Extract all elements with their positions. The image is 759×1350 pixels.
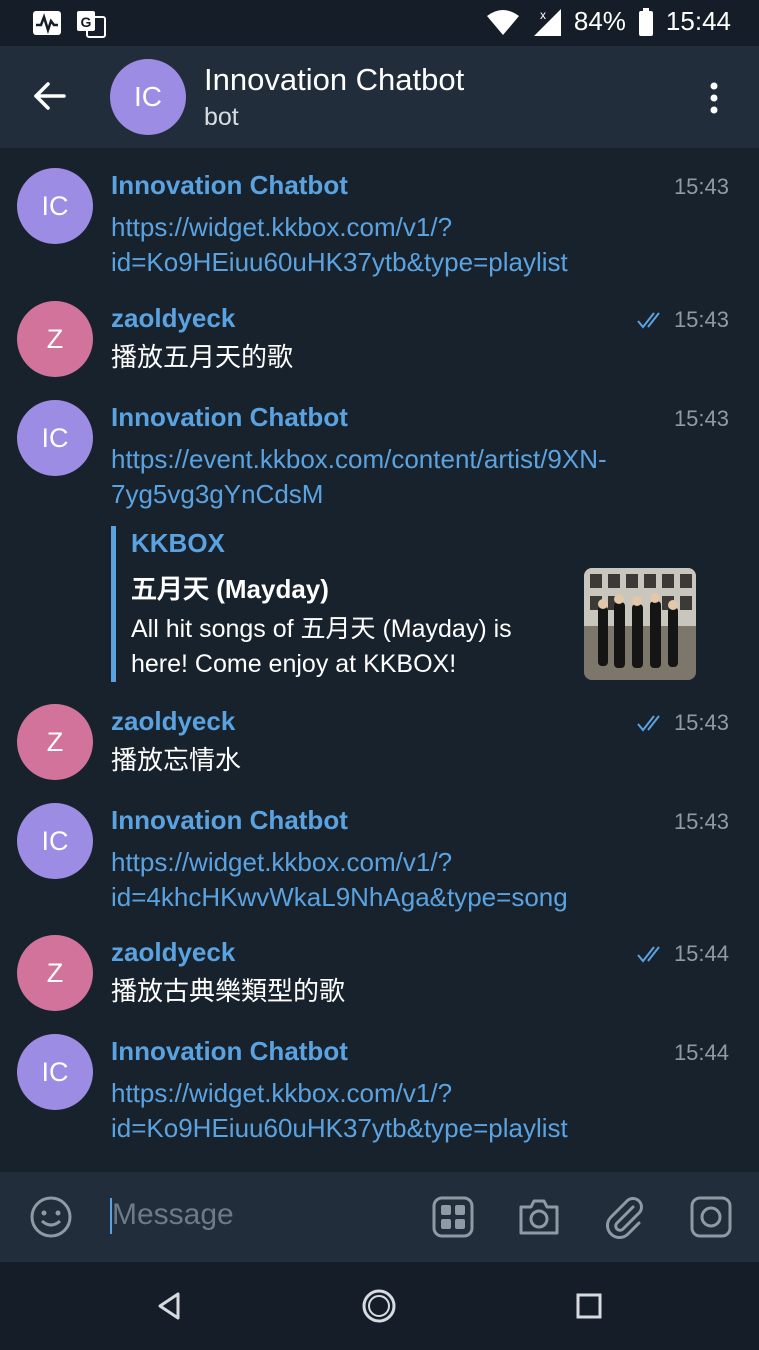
- system-navigation-bar: [0, 1262, 759, 1350]
- preview-thumbnail[interactable]: [584, 568, 696, 680]
- link-preview[interactable]: KKBOX 五月天 (Mayday) All hit songs of 五月天 …: [111, 526, 706, 682]
- message-link[interactable]: https://event.kkbox.com/content/artist/9…: [111, 442, 607, 512]
- sender-name[interactable]: Innovation Chatbot: [111, 170, 348, 201]
- message-text: 播放忘情水: [111, 745, 242, 775]
- preview-site-name: KKBOX: [131, 528, 225, 558]
- message-time: 15:43: [673, 809, 729, 834]
- more-options-icon[interactable]: [700, 78, 728, 118]
- message-input[interactable]: Message: [112, 1198, 234, 1232]
- battery-icon: [638, 7, 653, 36]
- message-link[interactable]: https://widget.kkbox.com/v1/? id=4khcHKwv…: [111, 845, 568, 915]
- preview-title: 五月天 (Mayday): [131, 574, 329, 604]
- sender-name[interactable]: zaoldyeck: [111, 303, 235, 334]
- back-arrow-icon[interactable]: [30, 76, 70, 116]
- sender-avatar[interactable]: Z: [17, 704, 93, 780]
- read-checkmark-icon: [637, 715, 660, 732]
- message-time: 15:44: [673, 1040, 729, 1065]
- svg-text:G: G: [81, 14, 92, 30]
- message-time: 15:43: [673, 174, 729, 199]
- message-time: 15:43: [673, 710, 729, 735]
- nav-recents-icon[interactable]: [571, 1288, 607, 1324]
- message-time: 15:43: [673, 307, 729, 332]
- message-text: 播放古典樂類型的歌: [111, 976, 346, 1006]
- status-bar: G x 84% 15:44: [0, 0, 759, 46]
- cellular-signal-icon: x: [533, 8, 561, 36]
- sender-name[interactable]: Innovation Chatbot: [111, 1036, 348, 1067]
- clock: 15:44: [665, 6, 731, 36]
- wifi-icon: [486, 9, 519, 35]
- message-time: 15:43: [673, 406, 729, 431]
- chat-header: IC Innovation Chatbot bot: [0, 46, 759, 148]
- message-composer: Message: [0, 1172, 759, 1262]
- battery-percent: 84%: [573, 6, 626, 36]
- sender-name[interactable]: Innovation Chatbot: [111, 402, 348, 433]
- bot-commands-icon[interactable]: [431, 1195, 475, 1239]
- sender-avatar[interactable]: IC: [17, 1034, 93, 1110]
- attach-icon[interactable]: [603, 1195, 647, 1239]
- translate-icon: G: [77, 11, 106, 38]
- camera-icon[interactable]: [517, 1195, 561, 1239]
- chat-subtitle: bot: [204, 103, 239, 131]
- chat-title[interactable]: Innovation Chatbot: [204, 62, 464, 98]
- sender-name[interactable]: zaoldyeck: [111, 706, 235, 737]
- video-message-icon[interactable]: [689, 1195, 733, 1239]
- sender-name[interactable]: zaoldyeck: [111, 937, 235, 968]
- sender-avatar[interactable]: Z: [17, 301, 93, 377]
- emoji-icon[interactable]: [29, 1195, 73, 1239]
- sender-avatar[interactable]: IC: [17, 803, 93, 879]
- chat-avatar[interactable]: IC: [110, 59, 186, 135]
- preview-description: All hit songs of 五月天 (Mayday) is here! C…: [131, 615, 512, 678]
- message-text: 播放五月天的歌: [111, 342, 294, 372]
- message-link[interactable]: https://widget.kkbox.com/v1/? id=Ko9HEiuu…: [111, 210, 568, 280]
- activity-icon: [33, 11, 61, 35]
- message-link[interactable]: https://widget.kkbox.com/v1/? id=Ko9HEiuu…: [111, 1076, 568, 1146]
- sender-avatar[interactable]: IC: [17, 400, 93, 476]
- sender-avatar[interactable]: Z: [17, 935, 93, 1011]
- sender-name[interactable]: Innovation Chatbot: [111, 805, 348, 836]
- read-checkmark-icon: [637, 312, 660, 329]
- sender-avatar[interactable]: IC: [17, 168, 93, 244]
- nav-home-icon[interactable]: [361, 1288, 397, 1324]
- svg-text:x: x: [540, 8, 546, 22]
- message-list[interactable]: IC Innovation Chatbot 15:43 https://widg…: [0, 148, 759, 1172]
- read-checkmark-icon: [637, 946, 660, 963]
- nav-back-icon[interactable]: [152, 1288, 188, 1324]
- message-time: 15:44: [673, 941, 729, 966]
